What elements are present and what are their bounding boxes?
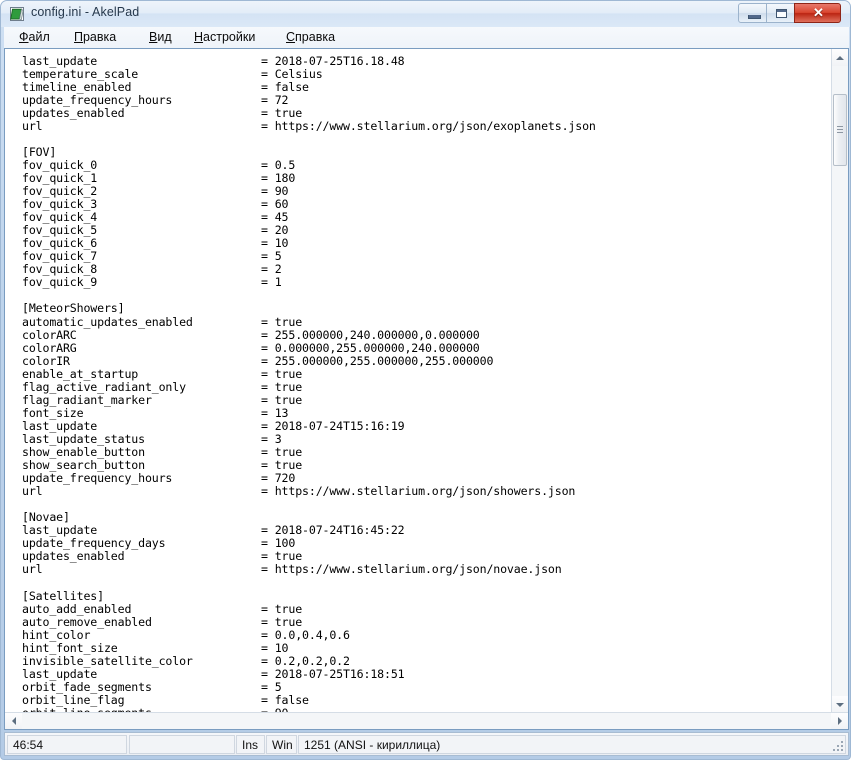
resize-grip-icon[interactable]	[831, 739, 845, 753]
menu-edit[interactable]: Правка	[70, 30, 120, 44]
akelpad-document-icon	[10, 7, 24, 21]
status-codepage[interactable]: 1251 (ANSI - кириллица)	[298, 735, 846, 754]
menu-bar: Файл Правка Вид Настройки Справка	[4, 27, 849, 50]
menu-settings-label: астройки	[203, 30, 256, 44]
menu-file-accelerator: Ф	[19, 30, 29, 44]
vertical-scrollbar[interactable]	[831, 49, 848, 713]
close-button[interactable]: ✕	[794, 3, 841, 23]
close-icon: ✕	[813, 5, 824, 20]
editor-text-content[interactable]: last_update = 2018-07-25T16.18.48 temper…	[22, 54, 596, 713]
scroll-right-arrow[interactable]	[831, 713, 848, 729]
menu-help-label: правка	[295, 30, 336, 44]
maximize-icon	[776, 9, 787, 18]
status-insert-mode[interactable]: Ins	[236, 735, 265, 754]
status-selection	[129, 735, 235, 754]
menu-file[interactable]: Файл	[15, 30, 54, 44]
menu-edit-accelerator: П	[74, 30, 83, 44]
maximize-button[interactable]	[766, 3, 795, 23]
vertical-scroll-thumb[interactable]	[833, 94, 847, 166]
chevron-right-icon	[837, 717, 842, 725]
text-editor-viewport[interactable]: last_update = 2018-07-25T16.18.48 temper…	[6, 50, 830, 713]
chevron-up-icon	[836, 55, 844, 60]
menu-help-accelerator: С	[286, 30, 296, 44]
status-caret-position: 46:54	[7, 735, 127, 754]
akelpad-window: config.ini - AkelPad ✕ Файл Правка Вид Наст…	[0, 0, 851, 760]
menu-view-label: ид	[157, 30, 172, 44]
editor-client-area: last_update = 2018-07-25T16.18.48 temper…	[4, 48, 849, 730]
status-line-ending[interactable]: Win	[266, 735, 297, 754]
menu-settings-accelerator: Н	[194, 30, 204, 44]
scroll-grip-icon	[837, 126, 843, 134]
chevron-left-icon	[11, 717, 16, 725]
minimize-button[interactable]	[738, 3, 767, 23]
horizontal-scrollbar[interactable]	[5, 712, 848, 729]
menu-view[interactable]: Вид	[145, 30, 176, 44]
scroll-left-arrow[interactable]	[5, 713, 22, 729]
status-bar: 46:54 Ins Win 1251 (ANSI - кириллица)	[4, 732, 849, 756]
chevron-down-icon	[836, 702, 844, 707]
scroll-down-arrow[interactable]	[832, 696, 848, 713]
window-title: config.ini - AkelPad	[31, 5, 140, 19]
menu-edit-label: равка	[82, 30, 117, 44]
title-bar[interactable]: config.ini - AkelPad ✕	[1, 1, 850, 27]
menu-file-label: айл	[28, 30, 50, 44]
minimize-icon	[748, 15, 761, 19]
scroll-up-arrow[interactable]	[832, 49, 848, 66]
menu-settings[interactable]: Настройки	[190, 30, 259, 44]
menu-help[interactable]: Справка	[282, 30, 339, 44]
